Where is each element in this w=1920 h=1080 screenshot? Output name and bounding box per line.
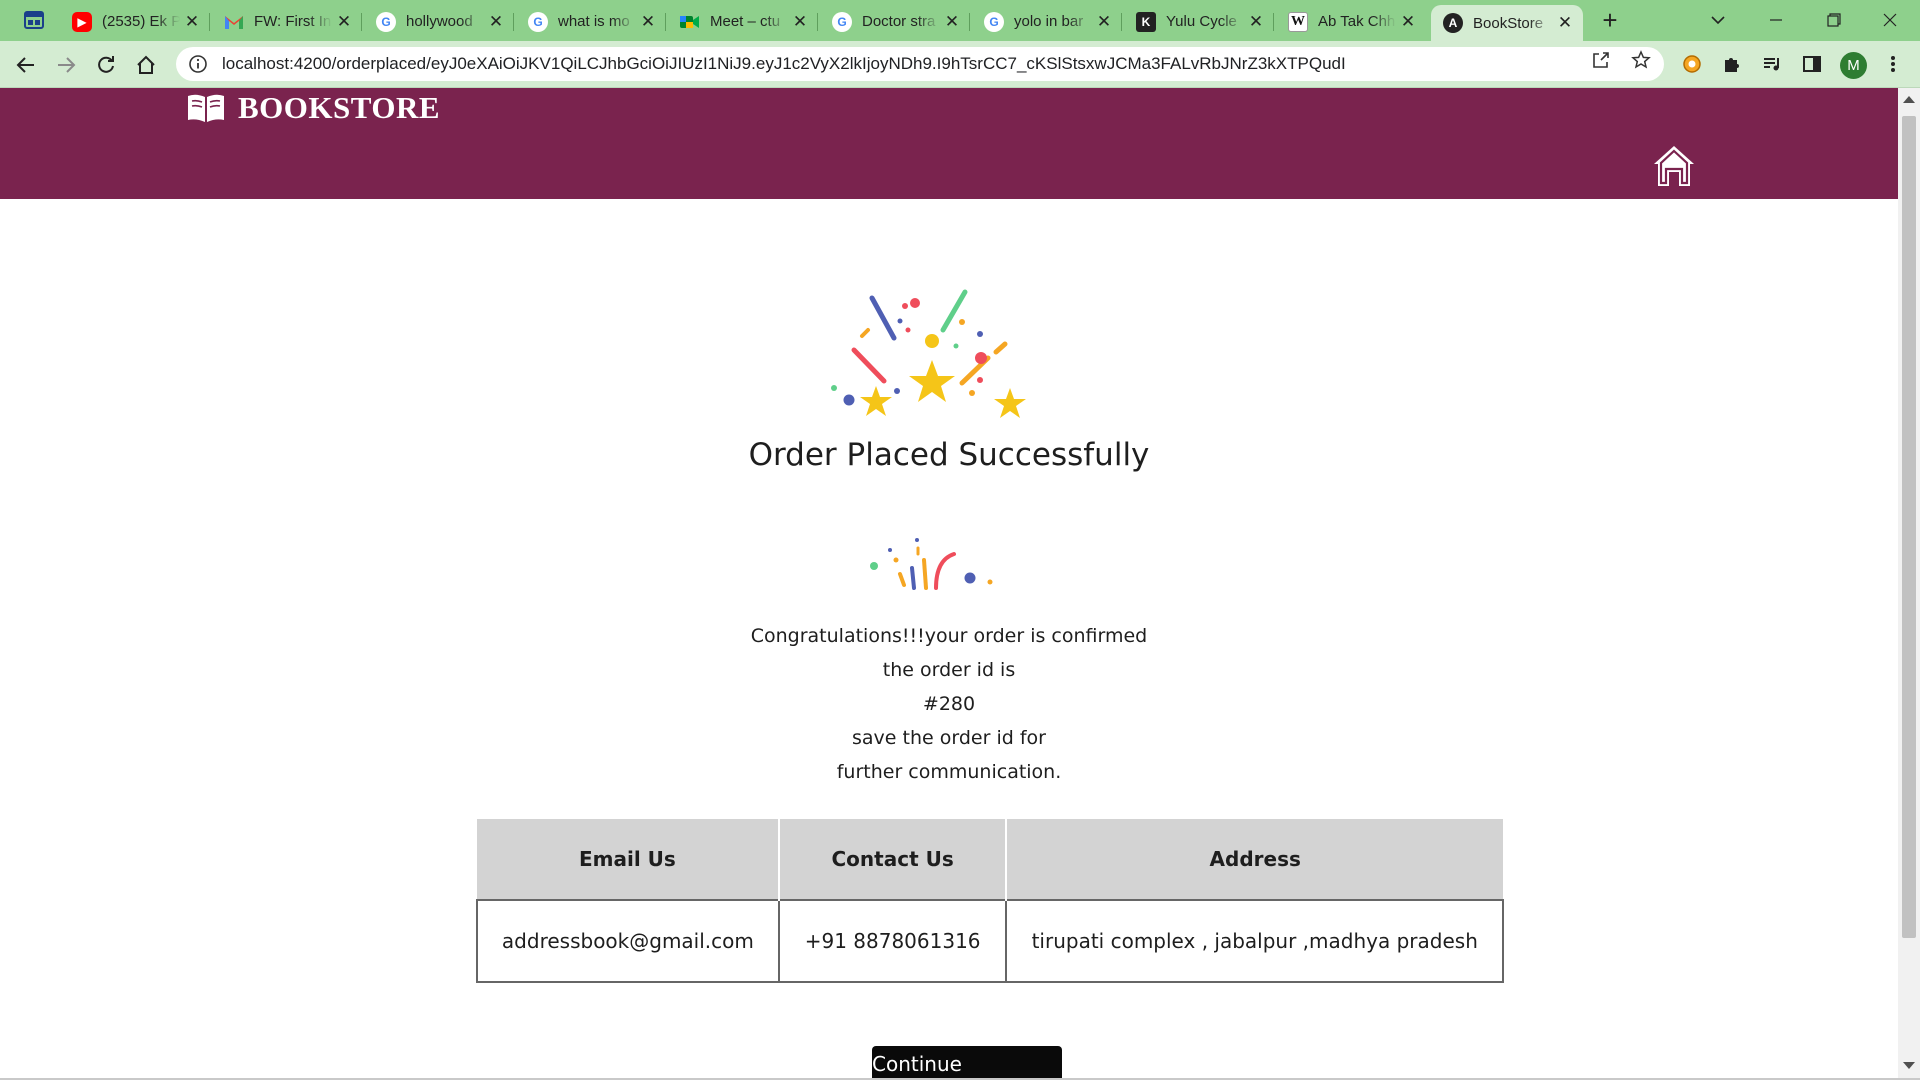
tab-list-chevron-icon[interactable]	[1706, 8, 1730, 32]
tab-title: what is mo	[558, 13, 630, 30]
tab-bookstore[interactable]: A BookStore ✕	[1431, 5, 1583, 41]
close-icon[interactable]: ✕	[1557, 13, 1573, 32]
tab-title: hollywood	[406, 13, 473, 30]
close-icon[interactable]: ✕	[792, 12, 808, 31]
close-icon[interactable]: ✕	[1096, 12, 1112, 31]
home-icon[interactable]	[132, 51, 160, 79]
save-order-note: save the order id for	[852, 727, 1046, 749]
close-window-icon[interactable]	[1878, 8, 1902, 32]
tab-strip: ▶ (2535) Ek P ✕ FW: First In ✕ G hollywo…	[0, 0, 1920, 41]
contact-table: Email Us Contact Us Address addressbook@…	[476, 819, 1504, 983]
back-arrow-icon[interactable]	[12, 51, 40, 79]
tab-yulu[interactable]: K Yulu Cycle ✕	[1124, 5, 1274, 38]
tab-title: Yulu Cycle	[1166, 13, 1237, 30]
close-icon[interactable]: ✕	[488, 12, 504, 31]
email-header: Email Us	[477, 819, 780, 900]
scrollbar-thumb[interactable]	[1902, 116, 1916, 938]
tab-google-hollywood[interactable]: G hollywood ✕	[364, 5, 514, 38]
brand-name: BOOKSTORE	[238, 90, 441, 125]
table-header-row: Email Us Contact Us Address	[477, 819, 1503, 900]
communication-note: further communication.	[836, 761, 1062, 783]
close-icon[interactable]: ✕	[1248, 12, 1264, 31]
tab-meet[interactable]: Meet – ctu ✕	[668, 5, 818, 38]
email-cell: addressbook@gmail.com	[476, 899, 780, 983]
tab-title: yolo in bar	[1014, 13, 1084, 30]
page-viewport: BOOKSTORE Order Placed Successfully Cong…	[0, 88, 1898, 1078]
bookmark-star-icon[interactable]	[1630, 49, 1652, 71]
tab-title: Doctor stra	[862, 13, 936, 30]
tab-title: (2535) Ek P	[102, 13, 180, 30]
url-text[interactable]: localhost:4200/orderplaced/eyJ0eXAiOiJKV…	[222, 54, 1346, 74]
page-title: Order Placed Successfully	[748, 437, 1150, 473]
more-menu-icon[interactable]	[1880, 51, 1906, 77]
close-icon[interactable]: ✕	[184, 12, 200, 31]
site-info-icon[interactable]	[188, 54, 208, 74]
close-icon[interactable]: ✕	[1400, 12, 1416, 31]
tab-title: Meet – ctu	[710, 13, 781, 30]
tab-google-yolo[interactable]: G yolo in bar ✕	[972, 5, 1122, 38]
vertical-scrollbar[interactable]	[1898, 88, 1920, 1078]
google-icon: G	[528, 11, 548, 32]
tab-title: Ab Tak Chh	[1318, 13, 1396, 30]
phone-cell: +91 8878061316	[777, 899, 1008, 983]
media-queue-icon[interactable]	[1759, 51, 1785, 77]
angular-icon: A	[1443, 13, 1463, 33]
celebration-illustration	[831, 289, 1026, 418]
restore-icon[interactable]	[1822, 8, 1846, 32]
tab-google-doctor[interactable]: G Doctor stra ✕	[820, 5, 970, 38]
tab-title: BookStore	[1473, 14, 1544, 32]
close-icon[interactable]: ✕	[640, 12, 656, 31]
reload-icon[interactable]	[92, 51, 120, 79]
table-row: addressbook@gmail.com +91 8878061316 tir…	[476, 899, 1504, 983]
wikipedia-icon: W	[1288, 11, 1308, 32]
close-icon[interactable]: ✕	[336, 12, 352, 31]
tab-search-icon[interactable]	[22, 8, 46, 32]
open-book-icon	[188, 94, 224, 122]
extension-circle-icon[interactable]	[1679, 51, 1705, 77]
tab-gmail[interactable]: FW: First In ✕	[212, 5, 362, 38]
order-id-value: #280	[922, 693, 976, 715]
address-bar[interactable]: localhost:4200/orderplaced/eyJ0eXAiOiJKV…	[176, 47, 1664, 81]
minimize-icon[interactable]	[1764, 8, 1788, 32]
contact-header: Contact Us	[778, 819, 1008, 900]
site-logo[interactable]: BOOKSTORE	[186, 90, 440, 126]
tab-google-what-is[interactable]: G what is mo ✕	[516, 5, 666, 38]
scroll-down-arrow-icon[interactable]	[1903, 1062, 1915, 1069]
confirmation-message: Congratulations!!!your order is confirme…	[750, 625, 1148, 647]
close-icon[interactable]: ✕	[944, 12, 960, 31]
continue-shopping-button[interactable]: Continue Shopping	[872, 1046, 1062, 1078]
address-cell: tirupati complex , jabalpur ,madhya prad…	[1005, 899, 1504, 983]
confetti-icon	[870, 538, 993, 590]
profile-avatar[interactable]: M	[1840, 52, 1867, 79]
tab-youtube[interactable]: ▶ (2535) Ek P ✕	[60, 5, 210, 38]
forward-arrow-icon[interactable]	[52, 51, 80, 79]
order-id-label: the order id is	[882, 659, 1016, 681]
k-icon: K	[1136, 11, 1156, 32]
home-icon[interactable]	[1650, 142, 1698, 190]
tab-wikipedia[interactable]: W Ab Tak Chh ✕	[1276, 5, 1426, 38]
google-icon: G	[832, 11, 852, 32]
meet-icon	[680, 12, 700, 32]
scroll-up-arrow-icon[interactable]	[1903, 96, 1915, 103]
side-panel-icon[interactable]	[1799, 51, 1825, 77]
google-icon: G	[376, 11, 396, 32]
youtube-icon: ▶	[72, 11, 92, 32]
share-icon[interactable]	[1590, 49, 1612, 71]
browser-toolbar: localhost:4200/orderplaced/eyJ0eXAiOiJKV…	[0, 41, 1920, 88]
new-tab-icon[interactable]: +	[1598, 5, 1622, 35]
tab-title: FW: First In	[254, 13, 332, 30]
extensions-puzzle-icon[interactable]	[1719, 51, 1745, 77]
gmail-icon	[224, 12, 244, 32]
google-icon: G	[984, 11, 1004, 32]
site-header: BOOKSTORE	[0, 88, 1898, 199]
address-header: Address	[1006, 819, 1503, 900]
